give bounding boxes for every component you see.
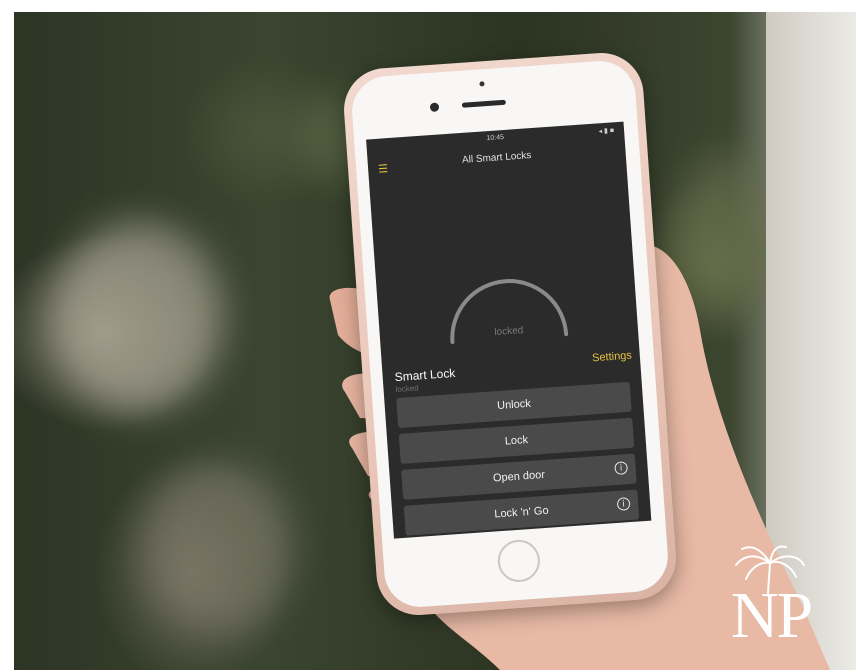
settings-link[interactable]: Settings: [592, 350, 632, 365]
smartphone: 10:45 ◂ ▮ ■ ☰ All Smart Locks locked Sma…: [341, 50, 679, 618]
status-time: 10:45: [486, 133, 505, 143]
status-icons: ◂ ▮ ■: [598, 127, 615, 136]
app-screen: 10:45 ◂ ▮ ■ ☰ All Smart Locks locked Sma…: [366, 121, 652, 539]
photo-scene: 10:45 ◂ ▮ ■ ☰ All Smart Locks locked Sma…: [0, 0, 856, 670]
np-logo: NP: [706, 545, 836, 655]
info-icon[interactable]: i: [614, 461, 629, 476]
logo-text: NP: [730, 579, 813, 652]
lock-name: Smart Lock: [394, 365, 456, 385]
info-icon[interactable]: i: [616, 497, 631, 511]
lock-n-go-button-label: Lock 'n' Go: [493, 504, 550, 521]
lock-button-label: Lock: [504, 434, 529, 448]
unlock-button-label: Unlock: [496, 397, 532, 413]
lock-status-text: locked: [395, 383, 419, 395]
open-door-button-label: Open door: [492, 468, 546, 485]
